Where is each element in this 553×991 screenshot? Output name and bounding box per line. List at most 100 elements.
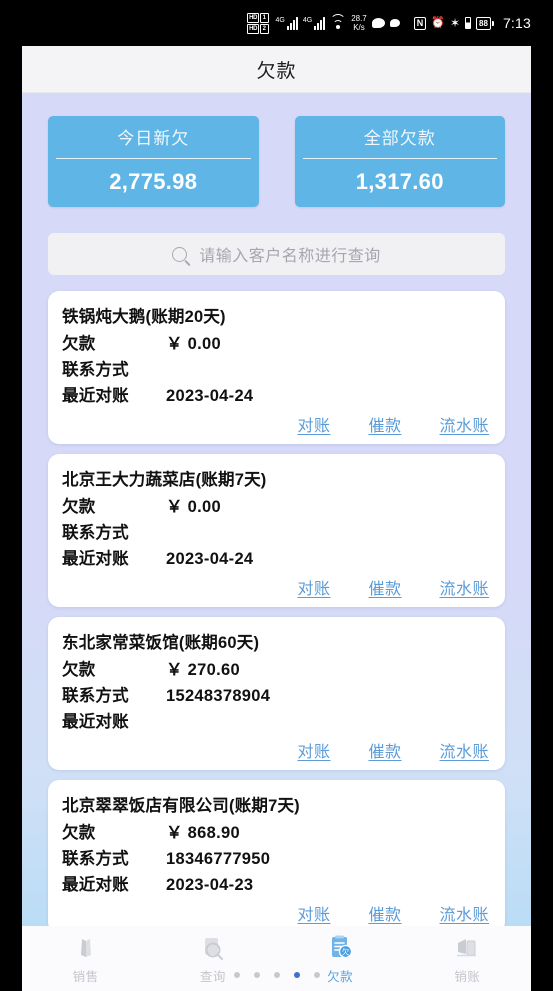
ledger-button[interactable]: 流水账 [439, 738, 489, 762]
contact-label: 联系方式 [62, 687, 129, 705]
network-speed-indicator: 28.7 K/s [351, 14, 367, 32]
remind-payment-button[interactable]: 催款 [368, 412, 401, 436]
last-reconcile-label: 最近对账 [62, 550, 129, 568]
status-left-icons: HD 1 HD 2 4G 4G 28.7 K/s [247, 12, 400, 34]
network-speed-value: 28.7 [351, 14, 367, 23]
remind-payment-button[interactable]: 催款 [368, 901, 401, 925]
tab-debt[interactable]: 欠 欠款 [277, 926, 404, 991]
search-area: 请输入客户名称进行查询 [22, 207, 531, 275]
clock: 7:13 [502, 15, 531, 31]
tab-label: 销售 [72, 969, 99, 984]
tab-label: 销账 [454, 969, 481, 984]
network-generation-label-1: 4G [275, 16, 285, 24]
sim2-number: 2 [260, 23, 269, 34]
phone-screen: HD 1 HD 2 4G 4G 28.7 K/s N ⏰ ✶ 88 7:13 欠… [0, 0, 553, 991]
network-speed-unit: K/s [353, 23, 365, 32]
debt-label: 欠款 [62, 661, 96, 679]
tab-query[interactable]: 查询 [149, 926, 276, 991]
summary-stats: 今日新欠 2,775.98 全部欠款 1,317.60 [22, 93, 531, 207]
stat-divider [56, 158, 251, 159]
reconcile-button[interactable]: 对账 [297, 738, 330, 762]
table-row[interactable]: 铁锅炖大鹅(账期20天) 欠款 ￥ 0.00 联系方式 最近对账 2023-04… [48, 291, 505, 444]
tab-writeoff[interactable]: 销账 [404, 926, 531, 991]
last-reconcile-label: 最近对账 [62, 876, 129, 894]
stat-card-total-debt[interactable]: 全部欠款 1,317.60 [294, 116, 505, 207]
cellular-signal-icon-sim2: 4G [302, 16, 326, 30]
stat-divider [302, 158, 497, 159]
tab-label: 查询 [199, 969, 226, 984]
contact-label: 联系方式 [62, 850, 129, 868]
message-notification-icon [389, 19, 400, 27]
hd-badge-sim1: HD [247, 12, 260, 23]
remind-payment-button[interactable]: 催款 [368, 575, 401, 599]
wechat-notification-icon [371, 18, 385, 28]
query-search-icon [198, 933, 228, 963]
last-reconcile-label: 最近对账 [62, 387, 129, 405]
search-placeholder: 请输入客户名称进行查询 [199, 248, 381, 265]
reconcile-button[interactable]: 对账 [297, 901, 330, 925]
ledger-button[interactable]: 流水账 [439, 412, 489, 436]
debt-label: 欠款 [62, 824, 96, 842]
debt-label: 欠款 [62, 498, 96, 516]
ledger-button[interactable]: 流水账 [439, 575, 489, 599]
signal-bars-1 [286, 16, 298, 30]
debt-row: 欠款 ￥ 0.00 [62, 493, 491, 517]
search-icon [172, 246, 188, 262]
cellular-signal-icon-sim1: 4G [275, 16, 298, 30]
search-input[interactable]: 请输入客户名称进行查询 [48, 233, 505, 275]
contact-row: 联系方式 [62, 356, 491, 380]
table-row[interactable]: 北京翠翠饭店有限公司(账期7天) 欠款 ￥ 868.90 联系方式 183467… [48, 780, 505, 933]
debt-row: 欠款 ￥ 0.00 [62, 330, 491, 354]
debt-row: 欠款 ￥ 868.90 [62, 819, 491, 843]
debt-clipboard-icon: 欠 [325, 933, 355, 963]
bottom-navigation: 销售 查询 欠 欠款 销账 [22, 926, 531, 991]
contact-label: 联系方式 [62, 524, 129, 542]
customer-list: 铁锅炖大鹅(账期20天) 欠款 ￥ 0.00 联系方式 最近对账 2023-04… [22, 275, 531, 933]
reconcile-button[interactable]: 对账 [297, 575, 330, 599]
sim1-number: 1 [260, 12, 269, 23]
stat-label: 今日新欠 [117, 129, 190, 148]
last-reconcile-value: 2023-04-23 [166, 876, 254, 894]
contact-row: 联系方式 15248378904 [62, 682, 491, 706]
customer-name: 铁锅炖大鹅(账期20天) [62, 308, 226, 326]
debt-label: 欠款 [62, 335, 96, 353]
customer-name: 北京王大力蔬菜店(账期7天) [62, 471, 267, 489]
tab-sales[interactable]: 销售 [22, 926, 149, 991]
last-reconcile-row: 最近对账 2023-04-24 [62, 545, 491, 569]
app-container: 欠款 今日新欠 2,775.98 全部欠款 1,317.60 请输入客户名称进行… [22, 46, 531, 991]
stat-value: 2,775.98 [109, 169, 198, 194]
table-row[interactable]: 东北家常菜饭馆(账期60天) 欠款 ￥ 270.60 联系方式 15248378… [48, 617, 505, 770]
last-reconcile-value: 2023-04-24 [166, 387, 254, 405]
customer-name: 东北家常菜饭馆(账期60天) [62, 634, 260, 652]
status-bar: HD 1 HD 2 4G 4G 28.7 K/s N ⏰ ✶ 88 7:13 [0, 0, 553, 46]
ledger-button[interactable]: 流水账 [439, 901, 489, 925]
table-row[interactable]: 北京王大力蔬菜店(账期7天) 欠款 ￥ 0.00 联系方式 最近对账 2023-… [48, 454, 505, 607]
contact-row: 联系方式 [62, 519, 491, 543]
tab-label: 欠款 [327, 969, 354, 984]
nfc-icon: N [413, 16, 427, 30]
hd-badge-sim2: HD [247, 23, 260, 34]
bluetooth-icon: ✶ [449, 16, 461, 30]
customer-name: 北京翠翠饭店有限公司(账期7天) [62, 797, 300, 815]
page-title: 欠款 [256, 60, 297, 82]
reconcile-button[interactable]: 对账 [297, 412, 330, 436]
alarm-icon: ⏰ [431, 16, 445, 29]
debt-row: 欠款 ￥ 270.60 [62, 656, 491, 680]
stat-card-today-new-debt[interactable]: 今日新欠 2,775.98 [48, 116, 259, 207]
dual-sim-hd-indicator: HD 1 HD 2 [247, 12, 269, 34]
network-generation-label-2: 4G [302, 16, 313, 24]
debt-value: ￥ 868.90 [166, 824, 240, 842]
sales-icon [71, 933, 101, 963]
stat-label: 全部欠款 [363, 129, 436, 148]
last-reconcile-row: 最近对账 2023-04-24 [62, 382, 491, 406]
debt-value: ￥ 0.00 [166, 335, 221, 353]
battery-cap [491, 20, 494, 26]
remind-payment-button[interactable]: 催款 [368, 738, 401, 762]
contact-value: 15248378904 [166, 687, 271, 705]
app-title-bar: 欠款 [22, 46, 531, 93]
card-actions: 对账 催款 流水账 [62, 897, 491, 925]
contact-row: 联系方式 18346777950 [62, 845, 491, 869]
secondary-battery-icon [465, 17, 472, 29]
last-reconcile-row: 最近对账 2023-04-23 [62, 871, 491, 895]
stat-value: 1,317.60 [355, 169, 444, 194]
